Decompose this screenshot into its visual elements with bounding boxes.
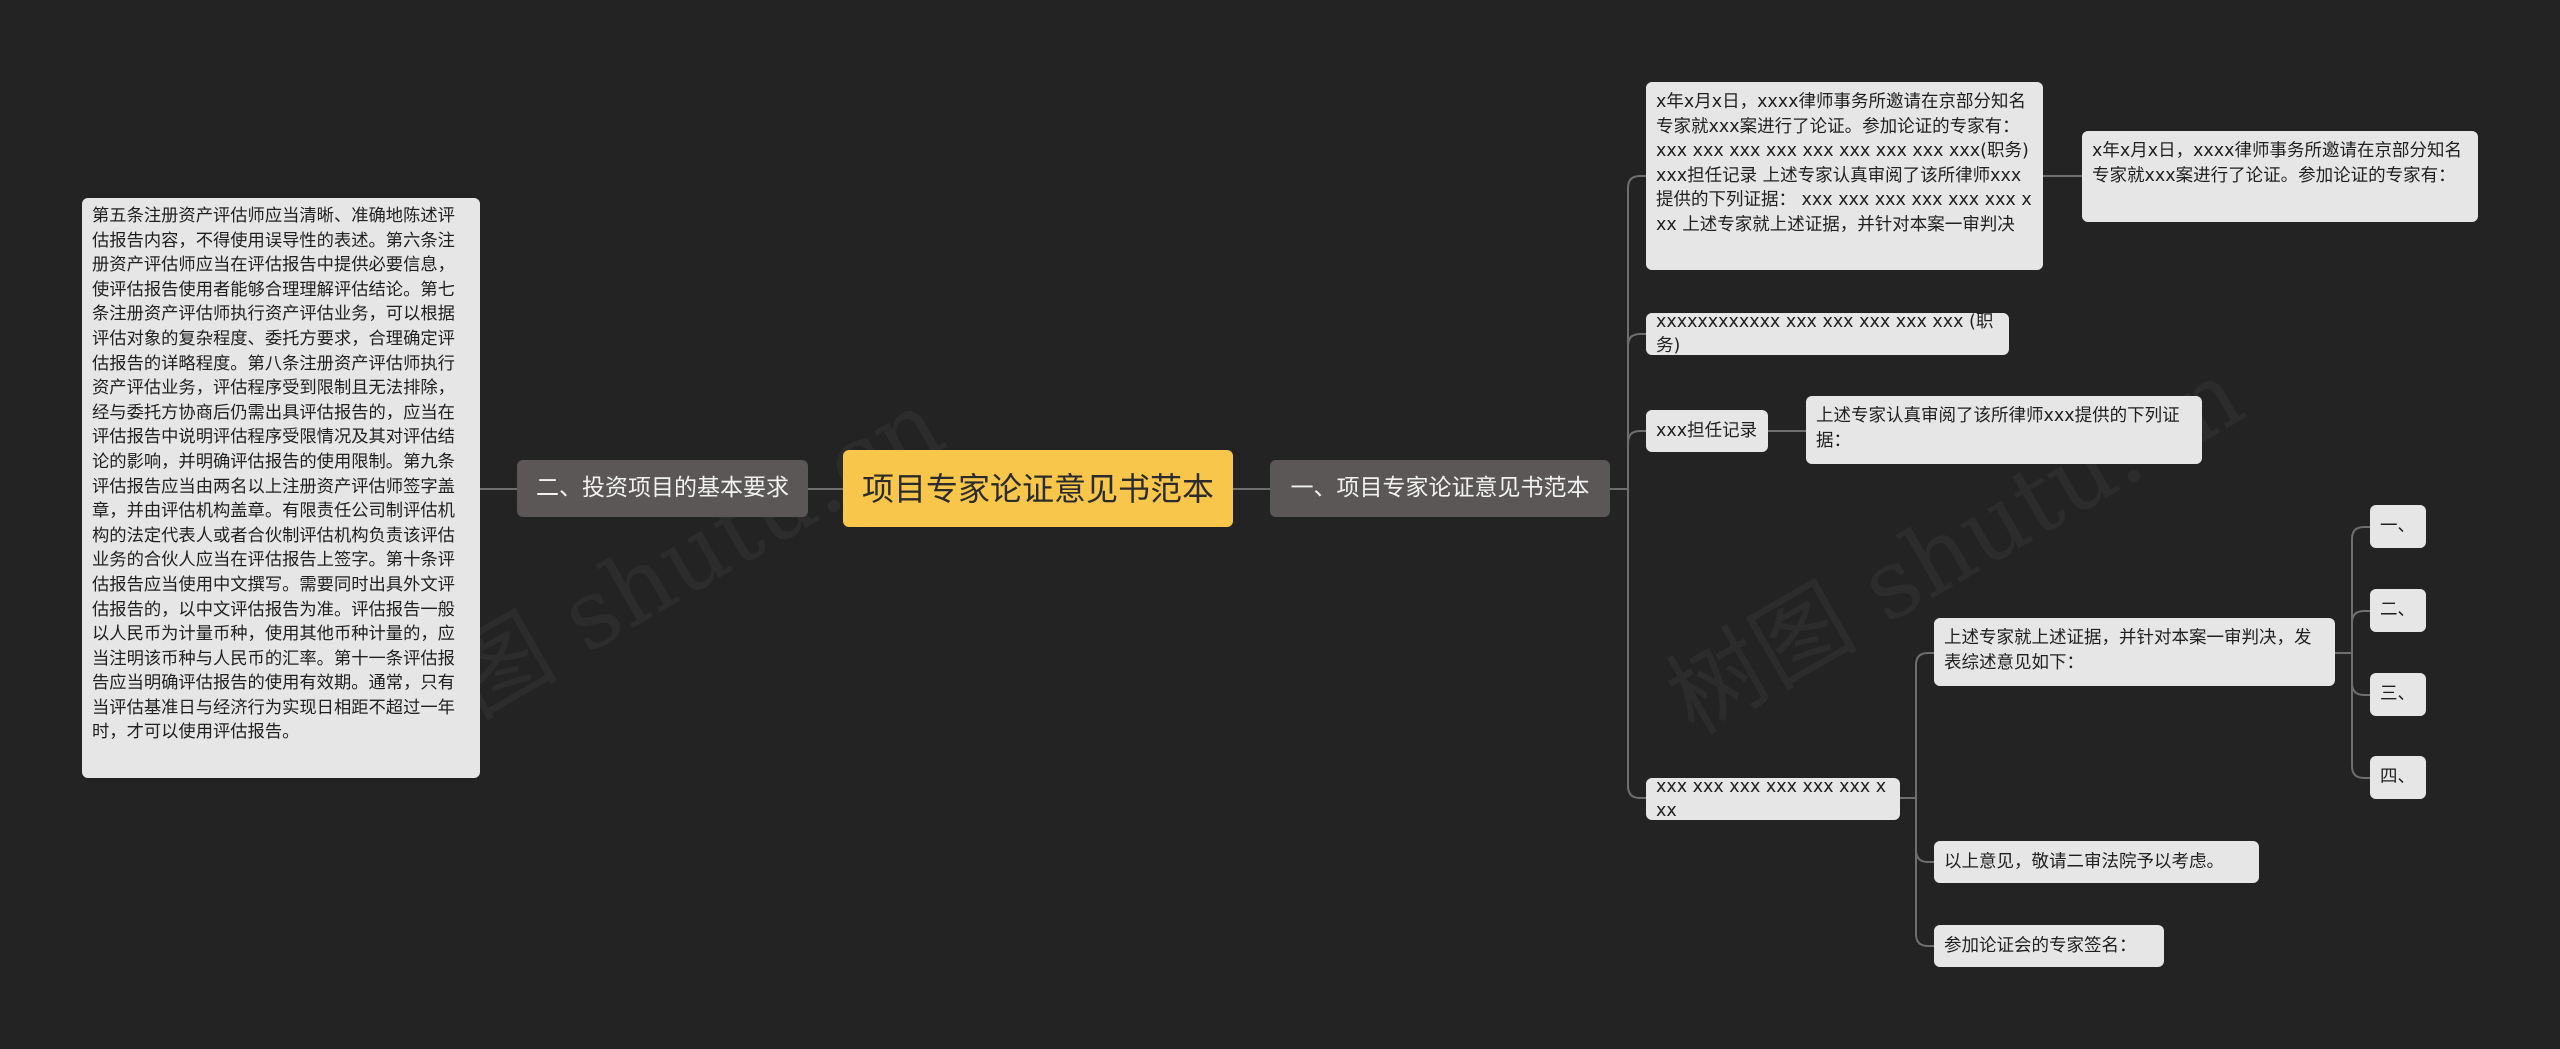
link-right-item2 — [1627, 333, 1646, 489]
item-closing-remark[interactable]: 以上意见，敬请二审法院予以考虑。 — [1934, 841, 2259, 883]
link-right-item3 — [1627, 430, 1646, 489]
item-opinion-summary[interactable]: 上述专家就上述证据，并针对本案一审判决，发表综述意见如下： — [1934, 618, 2335, 686]
point-label: 四、 — [2380, 767, 2415, 788]
item-evidence-review[interactable]: 上述专家认真审阅了该所律师xxx提供的下列证据： — [1806, 396, 2202, 464]
root-topic[interactable]: 项目专家论证意见书范本 — [843, 450, 1233, 527]
link-point-3 — [2351, 653, 2370, 696]
item-text: x年x月x日，xxxx律师事务所邀请在京部分知名专家就xxx案进行了论证。参加论… — [2092, 141, 2462, 186]
item-consultation-intro-child[interactable]: x年x月x日，xxxx律师事务所邀请在京部分知名专家就xxx案进行了论证。参加论… — [2082, 131, 2478, 222]
root-topic-label: 项目专家论证意见书范本 — [861, 469, 1214, 508]
branch-label: 二、投资项目的基本要求 — [536, 475, 789, 501]
point-3[interactable]: 三、 — [2370, 673, 2426, 716]
point-4[interactable]: 四、 — [2370, 756, 2426, 799]
item-text: 参加论证会的专家签名： — [1944, 935, 2137, 956]
branch-opinion-template[interactable]: 一、项目专家论证意见书范本 — [1270, 460, 1610, 517]
branch-investment-requirements[interactable]: 二、投资项目的基本要求 — [517, 460, 808, 517]
mindmap-canvas: 树图 shutu.cn 树图 shutu.cn — [0, 0, 2560, 1049]
item-text: 以上意见，敬请二审法院予以考虑。 — [1944, 851, 2224, 872]
link-point-2 — [2351, 610, 2370, 653]
paragraph-evaluation-rules[interactable]: 第五条注册资产评估师应当清晰、准确地陈述评估报告内容，不得使用误导性的表述。第六… — [82, 198, 480, 778]
item-text: xxxxxxxxxxxx xxx xxx xxx xxx xxx (职务) — [1656, 311, 1994, 357]
link-item4-opinion — [1915, 652, 1934, 798]
item-text: x年x月x日，xxxx律师事务所邀请在京部分知名专家就xxx案进行了论证。参加论… — [1656, 92, 2032, 235]
link-right-item1 — [1627, 175, 1646, 489]
link-point-1 — [2351, 526, 2370, 653]
link-point-4 — [2351, 653, 2370, 779]
point-label: 三、 — [2380, 684, 2415, 705]
item-experts-row[interactable]: xxx xxx xxx xxx xxx xxx xxx — [1646, 777, 1900, 821]
item-consultation-intro[interactable]: x年x月x日，xxxx律师事务所邀请在京部分知名专家就xxx案进行了论证。参加论… — [1646, 82, 2043, 270]
point-label: 一、 — [2380, 516, 2415, 537]
point-2[interactable]: 二、 — [2370, 589, 2426, 632]
link-item4-closing — [1915, 798, 1934, 863]
link-item4-signature — [1915, 798, 1934, 947]
item-expert-signature[interactable]: 参加论证会的专家签名： — [1934, 925, 2164, 967]
point-label: 二、 — [2380, 600, 2415, 621]
item-text: xxx担任记录 — [1656, 420, 1758, 441]
item-expert-list[interactable]: xxxxxxxxxxxx xxx xxx xxx xxx xxx (职务) — [1646, 312, 2009, 356]
branch-label: 一、项目专家论证意见书范本 — [1290, 475, 1590, 501]
item-recorder[interactable]: xxx担任记录 — [1646, 410, 1768, 452]
item-text: xxx xxx xxx xxx xxx xxx xxx — [1656, 776, 1887, 822]
paragraph-text: 第五条注册资产评估师应当清晰、准确地陈述评估报告内容，不得使用误导性的表述。第六… — [92, 206, 455, 743]
item-text: 上述专家就上述证据，并针对本案一审判决，发表综述意见如下： — [1944, 628, 2312, 673]
point-1[interactable]: 一、 — [2370, 505, 2426, 548]
item-text: 上述专家认真审阅了该所律师xxx提供的下列证据： — [1816, 406, 2180, 451]
link-right-item4 — [1627, 489, 1646, 799]
